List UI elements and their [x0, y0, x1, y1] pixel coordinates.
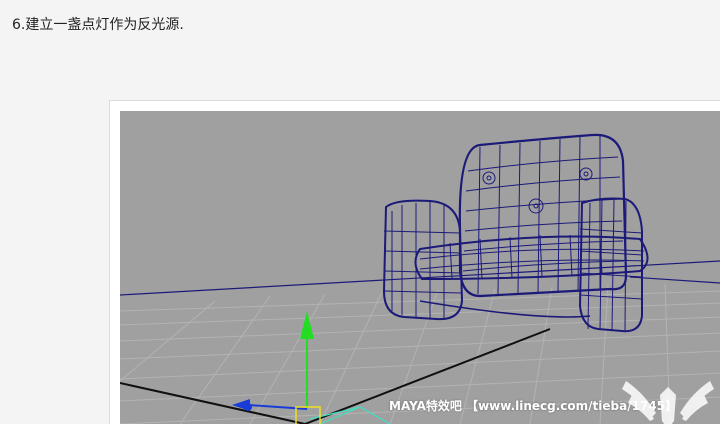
tutorial-page: 6.建立一盏点灯作为反光源. MAYA特效吧 【www.linecg.com/t… — [0, 0, 720, 424]
step-instruction: 6.建立一盏点灯作为反光源. — [12, 17, 184, 33]
move-manipulator — [232, 311, 321, 424]
armchair-wireframe — [382, 133, 649, 333]
wings-logo-icon — [622, 381, 714, 424]
horizon-line — [120, 260, 720, 296]
maya-viewport-image: MAYA特效吧 【www.linecg.com/tieba/1745】 — [120, 111, 720, 424]
point-light-icon — [309, 406, 391, 424]
